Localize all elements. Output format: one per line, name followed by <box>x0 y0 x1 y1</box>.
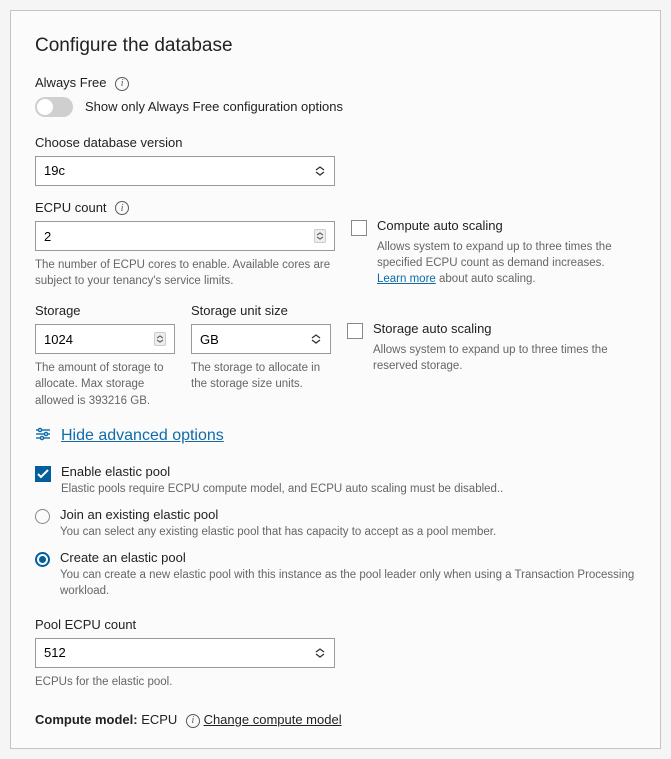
stepper-icon[interactable] <box>154 332 166 346</box>
stepper-icon[interactable] <box>314 229 326 243</box>
always-free-label: Always Free i <box>35 75 636 91</box>
join-pool-label: Join an existing elastic pool <box>60 507 496 522</box>
chevron-updown-icon <box>310 334 322 344</box>
db-version-select[interactable]: 19c <box>35 156 335 186</box>
compute-auto-scaling-label: Compute auto scaling <box>377 218 636 233</box>
info-icon[interactable]: i <box>115 77 129 91</box>
storage-input[interactable]: 1024 <box>35 324 175 354</box>
join-pool-radio[interactable] <box>35 509 50 524</box>
storage-unit-helper: The storage to allocate in the storage s… <box>191 360 331 392</box>
learn-more-link[interactable]: Learn more <box>377 273 436 285</box>
create-pool-helper: You can create a new elastic pool with t… <box>60 567 636 599</box>
ecpu-helper: The number of ECPU cores to enable. Avai… <box>35 257 335 289</box>
storage-auto-scaling-label: Storage auto scaling <box>373 321 636 336</box>
hide-advanced-link[interactable]: Hide advanced options <box>61 427 224 445</box>
storage-auto-scaling-helper: Allows system to expand up to three time… <box>373 342 636 374</box>
always-free-toggle[interactable] <box>35 97 73 117</box>
configure-database-panel: Configure the database Always Free i Sho… <box>10 10 661 749</box>
compute-auto-scaling-helper: Allows system to expand up to three time… <box>377 239 636 287</box>
toggle-knob <box>37 99 53 115</box>
storage-auto-scaling-checkbox[interactable] <box>347 323 363 339</box>
create-pool-label: Create an elastic pool <box>60 550 636 565</box>
db-version-label: Choose database version <box>35 135 636 150</box>
always-free-toggle-row: Show only Always Free configuration opti… <box>35 97 636 117</box>
always-free-toggle-label: Show only Always Free configuration opti… <box>85 99 343 114</box>
compute-model-row: Compute model: ECPU i Change compute mod… <box>35 712 636 728</box>
info-icon[interactable]: i <box>186 714 200 728</box>
storage-unit-select[interactable]: GB <box>191 324 331 354</box>
ecpu-count-label: ECPU count i <box>35 200 335 216</box>
chevron-updown-icon <box>314 166 326 176</box>
info-icon[interactable]: i <box>115 201 129 215</box>
storage-label: Storage <box>35 303 175 318</box>
join-pool-helper: You can select any existing elastic pool… <box>60 524 496 540</box>
change-compute-model-link[interactable]: Change compute model <box>204 712 342 727</box>
ecpu-count-input[interactable]: 2 <box>35 221 335 251</box>
enable-elastic-pool-label: Enable elastic pool <box>61 464 503 479</box>
pool-ecpu-helper: ECPUs for the elastic pool. <box>35 674 636 690</box>
create-pool-radio[interactable] <box>35 552 50 567</box>
storage-unit-label: Storage unit size <box>191 303 331 318</box>
storage-helper: The amount of storage to allocate. Max s… <box>35 360 175 408</box>
compute-auto-scaling-checkbox[interactable] <box>351 220 367 236</box>
pool-ecpu-label: Pool ECPU count <box>35 617 636 632</box>
sliders-icon <box>35 427 51 446</box>
advanced-toggle-row[interactable]: Hide advanced options <box>35 427 636 446</box>
enable-elastic-pool-checkbox[interactable] <box>35 466 51 482</box>
chevron-updown-icon <box>314 648 326 658</box>
enable-elastic-pool-helper: Elastic pools require ECPU compute model… <box>61 481 503 497</box>
page-title: Configure the database <box>35 35 636 57</box>
pool-ecpu-select[interactable]: 512 <box>35 638 335 668</box>
